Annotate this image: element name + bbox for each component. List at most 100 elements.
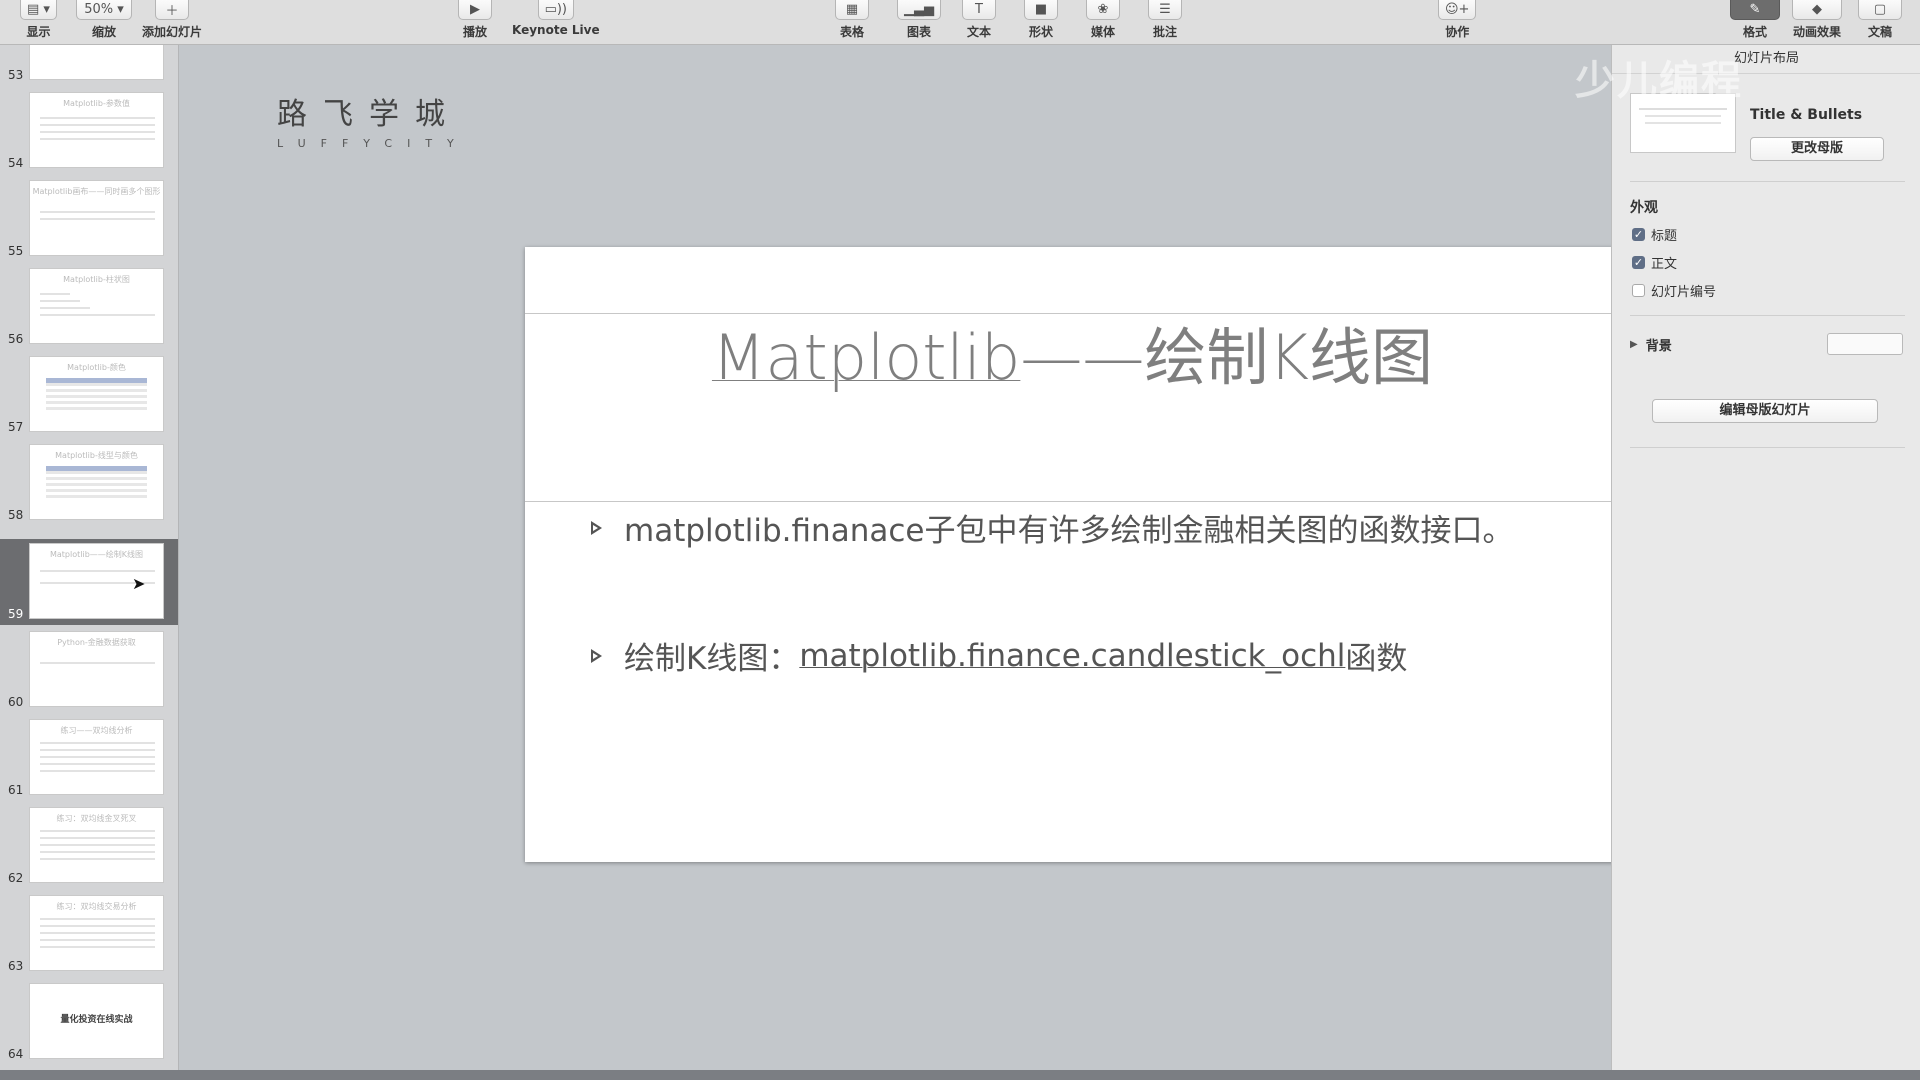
- slide-number-checkbox[interactable]: [1632, 284, 1645, 297]
- thumb-title: Matplotlib画布——同时画多个图形: [32, 187, 161, 196]
- view-button[interactable]: ▤ ▾ 显示: [20, 0, 57, 40]
- bullet-2[interactable]: 绘制K线图： matplotlib.finance.candlestick_och…: [591, 633, 1407, 678]
- thumb-line: [40, 300, 80, 302]
- slide-number: 63: [8, 959, 24, 973]
- title-checkbox[interactable]: ✓: [1632, 228, 1645, 241]
- body-checkbox-row[interactable]: ✓ 正文: [1632, 253, 1677, 272]
- plus-icon: ＋: [155, 0, 189, 20]
- slide-number: 53: [8, 68, 24, 82]
- add-slide-button[interactable]: ＋ 添加幻灯片: [142, 0, 202, 40]
- thumb-line: [40, 117, 155, 119]
- zoom-value: 50% ▾: [76, 0, 132, 20]
- thumb-title: 练习——双均线分析: [60, 726, 133, 735]
- slide-thumb-61[interactable]: 练习——双均线分析 61: [0, 715, 178, 801]
- document-button[interactable]: ▢ 文稿: [1858, 0, 1902, 40]
- body-checkbox[interactable]: ✓: [1632, 256, 1645, 269]
- slide-thumb-54[interactable]: Matplotlib-参数值 54: [0, 88, 178, 174]
- thumb-table: [46, 466, 147, 501]
- text-button[interactable]: T 文本: [962, 0, 996, 40]
- collaborate-label: 协作: [1445, 25, 1470, 39]
- thumb-line: [40, 837, 155, 839]
- current-slide[interactable]: Matplotlib——绘制K线图 matplotlib.finanace子包中…: [525, 247, 1620, 862]
- appearance-label: 外观: [1630, 200, 1658, 216]
- bullet-2-suffix: 函数: [1345, 641, 1408, 677]
- layout-line: [1645, 115, 1721, 117]
- toolbar: ▤ ▾ 显示 50% ▾ 缩放 ＋ 添加幻灯片 ▶ 播放 ▭)) Keynote…: [0, 0, 1920, 45]
- title-checkbox-row[interactable]: ✓ 标题: [1632, 225, 1677, 244]
- slide-thumb-53[interactable]: 53: [0, 45, 178, 86]
- luffycity-logo: 路飞学城 LUFFYCITY: [277, 89, 469, 150]
- thumb-line: [40, 314, 155, 316]
- thumb-preview: Matplotlib-颜色: [29, 356, 164, 432]
- slide-number-checkbox-label: 幻灯片编号: [1651, 285, 1717, 300]
- thumb-line: [40, 932, 155, 934]
- bullet-triangle-icon: [591, 648, 602, 663]
- format-inspector: 幻灯片布局 Title & Bullets 更改母版 外观 ✓ 标题 ✓ 正文 …: [1611, 45, 1920, 1070]
- diamond-icon: ◆: [1792, 0, 1842, 20]
- thumb-preview: Matplotlib-参数值: [29, 92, 164, 168]
- media-button[interactable]: ❀ 媒体: [1086, 0, 1120, 40]
- thumb-table: [46, 378, 147, 413]
- thumb-title: 练习：双均线金叉死叉: [56, 814, 137, 823]
- slide-thumb-62[interactable]: 练习：双均线金叉死叉 62: [0, 803, 178, 889]
- format-button[interactable]: ✎ 格式: [1730, 0, 1780, 40]
- thumb-line: [40, 218, 155, 220]
- keynote-live-button[interactable]: ▭)) Keynote Live: [512, 0, 600, 37]
- slide-thumb-59[interactable]: Matplotlib——绘制K线图 59: [0, 539, 178, 625]
- thumb-preview: 练习——双均线分析: [29, 719, 164, 795]
- slide-canvas[interactable]: 路飞学城 LUFFYCITY Matplotlib——绘制K线图 matplot…: [179, 45, 1620, 1070]
- chart-button[interactable]: ▁▃▅ 图表: [897, 0, 941, 40]
- thumb-preview: 量化投资在线实战: [29, 983, 164, 1059]
- background-color-well[interactable]: [1827, 333, 1903, 355]
- slide-title[interactable]: Matplotlib——绘制K线图: [525, 307, 1620, 397]
- comment-label: 批注: [1152, 25, 1177, 39]
- divider: [1630, 315, 1905, 316]
- watermark: 少儿编程: [1575, 58, 1743, 104]
- thumb-line: [40, 749, 155, 751]
- collaborate-button[interactable]: ☺+ 协作: [1438, 0, 1477, 40]
- thumb-preview: Matplotlib-线型与颜色: [29, 444, 164, 520]
- animate-button[interactable]: ◆ 动画效果: [1792, 0, 1842, 40]
- thumb-line: [40, 307, 90, 309]
- slide-thumb-55[interactable]: Matplotlib画布——同时画多个图形 55: [0, 176, 178, 262]
- table-button[interactable]: ▦ 表格: [835, 0, 869, 40]
- title-bottom-divider: [525, 501, 1620, 502]
- zoom-button[interactable]: 50% ▾ 缩放: [76, 0, 132, 40]
- slide-number-checkbox-row[interactable]: 幻灯片编号: [1632, 281, 1716, 300]
- collaborate-icon: ☺+: [1438, 0, 1477, 20]
- bullet-1[interactable]: matplotlib.finanace子包中有许多绘制金融相关图的函数接口。: [591, 505, 1513, 550]
- shape-button[interactable]: ■ 形状: [1024, 0, 1058, 40]
- thumb-line: [40, 844, 155, 846]
- background-disclosure[interactable]: ▶ 背景: [1630, 335, 1672, 354]
- bullet-2-prefix: 绘制K线图：: [624, 641, 800, 677]
- slide-thumb-64[interactable]: 量化投资在线实战 64: [0, 979, 178, 1065]
- edit-master-button[interactable]: 编辑母版幻灯片: [1652, 399, 1878, 423]
- bullet-1-text: matplotlib.finanace子包中有许多绘制金融相关图的函数接口。: [624, 513, 1514, 549]
- animate-label: 动画效果: [1792, 25, 1841, 39]
- slide-thumb-58[interactable]: Matplotlib-线型与颜色 58: [0, 440, 178, 526]
- slide-number: 59: [8, 607, 24, 621]
- bullet-2-link[interactable]: matplotlib.finance.candlestick_ochl: [799, 638, 1345, 674]
- slide-navigator[interactable]: 53 Matplotlib-参数值 54 Matplotlib画布——同时画多个…: [0, 45, 179, 1070]
- play-icon: ▶: [458, 0, 492, 20]
- slide-thumb-57[interactable]: Matplotlib-颜色 57: [0, 352, 178, 438]
- text-icon: T: [962, 0, 996, 20]
- play-button[interactable]: ▶ 播放: [458, 0, 492, 40]
- slide-number: 64: [8, 1047, 24, 1061]
- thumb-line: [40, 211, 155, 213]
- master-name: Title & Bullets: [1750, 107, 1863, 123]
- comment-button[interactable]: ☰ 批注: [1148, 0, 1182, 40]
- slide-thumb-60[interactable]: Python-金融数据获取 60: [0, 627, 178, 713]
- thumb-title: 练习：双均线交易分析: [56, 902, 137, 911]
- thumb-line: [40, 124, 155, 126]
- mouse-cursor-icon: ➤: [132, 574, 146, 593]
- slide-title-link[interactable]: Matplotlib: [712, 321, 1020, 394]
- paintbrush-icon: ✎: [1730, 0, 1780, 20]
- change-master-button[interactable]: 更改母版: [1750, 137, 1884, 161]
- slide-thumb-56[interactable]: Matplotlib-柱状图 56: [0, 264, 178, 350]
- thumb-line: [40, 293, 70, 295]
- view-label: 显示: [26, 25, 51, 39]
- slide-number: 58: [8, 508, 24, 522]
- slide-thumb-63[interactable]: 练习：双均线交易分析 63: [0, 891, 178, 977]
- slide-number: 55: [8, 244, 24, 258]
